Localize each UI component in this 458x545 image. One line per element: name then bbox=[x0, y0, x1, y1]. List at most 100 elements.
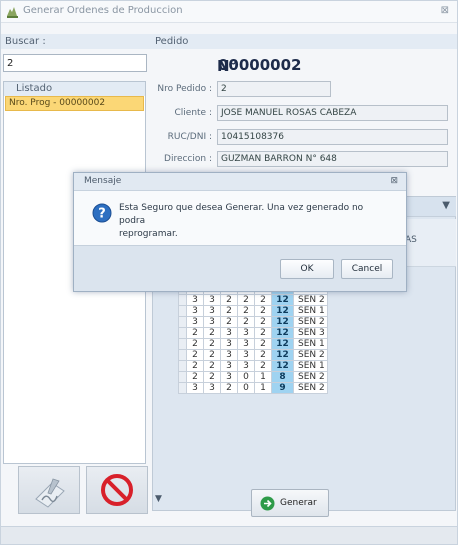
table-cell: 3 bbox=[237, 360, 255, 372]
close-icon[interactable]: ⊠ bbox=[441, 5, 449, 16]
table-cell: 1 bbox=[254, 382, 272, 394]
table-cell: 12 bbox=[271, 305, 294, 317]
table-cell: SEN 3 bbox=[293, 327, 328, 339]
window-title: Generar Ordenes de Produccion bbox=[23, 5, 183, 16]
table-cell: 3 bbox=[186, 294, 204, 306]
table-row[interactable]: 2 2 3 3 2 12 SEN 3 bbox=[178, 327, 328, 339]
dialog-close-icon[interactable]: ⊠ bbox=[390, 176, 398, 186]
app-icon bbox=[7, 7, 18, 18]
table-row[interactable]: 2 2 3 0 1 8 SEN 2 bbox=[178, 371, 328, 383]
sign-button[interactable] bbox=[18, 466, 80, 514]
dialog-title-bar: Mensaje ⊠ bbox=[74, 173, 406, 191]
message-dialog: Mensaje ⊠ ? Esta Seguro que desea Genera… bbox=[73, 172, 407, 292]
table-cell: SEN 1 bbox=[293, 305, 328, 317]
direccion-field[interactable]: GUZMAN BARRON N° 648 bbox=[217, 151, 448, 167]
table-cell: 2 bbox=[220, 305, 238, 317]
table-cell: 3 bbox=[203, 382, 221, 394]
table-cell: 8 bbox=[271, 371, 294, 383]
generar-button[interactable]: Generar bbox=[251, 489, 329, 517]
table-cell: 3 bbox=[186, 305, 204, 317]
table-cell: 12 bbox=[271, 294, 294, 306]
table-cell: 2 bbox=[186, 360, 204, 372]
table-cell: 2 bbox=[254, 316, 272, 328]
table-cell: 2 bbox=[203, 360, 221, 372]
nro-pedido-field[interactable]: 2 bbox=[217, 81, 331, 97]
table-cell: SEN 2 bbox=[293, 349, 328, 361]
table-cell: 2 bbox=[203, 349, 221, 361]
row-selector[interactable] bbox=[178, 382, 187, 394]
table-cell: 3 bbox=[220, 360, 238, 372]
table-row[interactable]: 2 2 3 3 2 12 SEN 2 bbox=[178, 349, 328, 361]
table-cell: 3 bbox=[220, 327, 238, 339]
dialog-message-line2: reprogramar. bbox=[119, 229, 178, 239]
table-cell: 2 bbox=[186, 327, 204, 339]
direccion-label: Direccion : bbox=[164, 154, 212, 164]
table-cell: 2 bbox=[254, 349, 272, 361]
row-selector[interactable] bbox=[178, 371, 187, 383]
table-cell: 3 bbox=[237, 327, 255, 339]
table-cell: 2 bbox=[237, 294, 255, 306]
title-bar: Generar Ordenes de Produccion ⊠ bbox=[1, 1, 457, 23]
table-cell: 2 bbox=[186, 349, 204, 361]
dropdown-arrow-icon[interactable]: ▼ bbox=[442, 200, 450, 211]
table-row[interactable]: 3 3 2 2 2 12 SEN 1 bbox=[178, 305, 328, 317]
table-cell: 2 bbox=[254, 294, 272, 306]
table-cell: 2 bbox=[220, 294, 238, 306]
table-row[interactable]: 3322212SEN 2 bbox=[178, 316, 328, 328]
table-row[interactable]: 3 3 2 0 1 9 SEN 2 bbox=[178, 382, 328, 394]
play-arrow-icon bbox=[260, 496, 275, 511]
row-selector[interactable] bbox=[178, 349, 187, 361]
row-selector[interactable] bbox=[178, 327, 187, 339]
generar-label: Generar bbox=[280, 498, 317, 508]
ok-button[interactable]: OK bbox=[280, 259, 334, 279]
dialog-message-line1: Esta Seguro que desea Generar. Una vez g… bbox=[119, 203, 364, 226]
table-cell: 3 bbox=[220, 371, 238, 383]
order-number-value: 00000002 bbox=[218, 56, 302, 74]
no-entry-icon bbox=[101, 474, 133, 506]
table-cell: 0 bbox=[237, 382, 255, 394]
list-item[interactable]: Nro. Prog - 00000002 bbox=[5, 96, 144, 111]
table-cell: SEN 2 bbox=[293, 294, 328, 306]
nro-pedido-label: Nro Pedido : bbox=[157, 84, 212, 94]
ruc-dni-label: RUC/DNI : bbox=[167, 132, 212, 142]
table-cell: SEN 2 bbox=[293, 382, 328, 394]
table-cell: 3 bbox=[203, 294, 221, 306]
table-row[interactable]: 2 2 3 3 2 12 SEN 1 bbox=[178, 338, 328, 350]
table-cell: 3 bbox=[186, 382, 204, 394]
buscar-label: Buscar : bbox=[1, 34, 153, 49]
table-cell: 3 bbox=[237, 338, 255, 350]
table-cell: 12 bbox=[271, 338, 294, 350]
table-cell: 12 bbox=[271, 349, 294, 361]
table-cell: 0 bbox=[237, 371, 255, 383]
ruc-dni-field[interactable]: 10415108376 bbox=[217, 129, 448, 145]
cancel-button[interactable] bbox=[86, 466, 148, 514]
row-selector[interactable] bbox=[178, 338, 187, 350]
table-row[interactable]: 2 2 3 3 2 12 SEN 1 bbox=[178, 360, 328, 372]
table-cell: 2 bbox=[237, 316, 255, 328]
table-cell: SEN 2 bbox=[293, 371, 328, 383]
grid-scroll-arrow-icon[interactable]: ▼ bbox=[155, 494, 162, 504]
row-selector[interactable] bbox=[178, 360, 187, 372]
cliente-field[interactable]: JOSE MANUEL ROSAS CABEZA bbox=[217, 105, 448, 121]
table-cell: 9 bbox=[271, 382, 294, 394]
table-cell: SEN 1 bbox=[293, 360, 328, 372]
dialog-cancel-button[interactable]: Cancel bbox=[341, 259, 393, 279]
row-selector[interactable] bbox=[178, 316, 187, 328]
cliente-label: Cliente : bbox=[174, 108, 213, 118]
table-cell: 2 bbox=[254, 305, 272, 317]
search-input[interactable] bbox=[3, 54, 147, 72]
table-cell: 2 bbox=[220, 316, 238, 328]
row-selector[interactable] bbox=[178, 305, 187, 317]
table-cell: 2 bbox=[186, 371, 204, 383]
table-cell: 2 bbox=[203, 371, 221, 383]
table-cell: 1 bbox=[254, 371, 272, 383]
row-selector[interactable] bbox=[178, 294, 187, 306]
table-cell: 2 bbox=[203, 338, 221, 350]
dialog-footer: OK Cancel bbox=[74, 245, 406, 291]
table-cell: 2 bbox=[237, 305, 255, 317]
table-cell: 12 bbox=[271, 316, 294, 328]
sign-document-icon bbox=[35, 478, 65, 508]
table-row[interactable]: 3322212SEN 2 bbox=[178, 294, 328, 306]
listado-header: Listado bbox=[4, 82, 145, 96]
table-cell: 2 bbox=[186, 338, 204, 350]
